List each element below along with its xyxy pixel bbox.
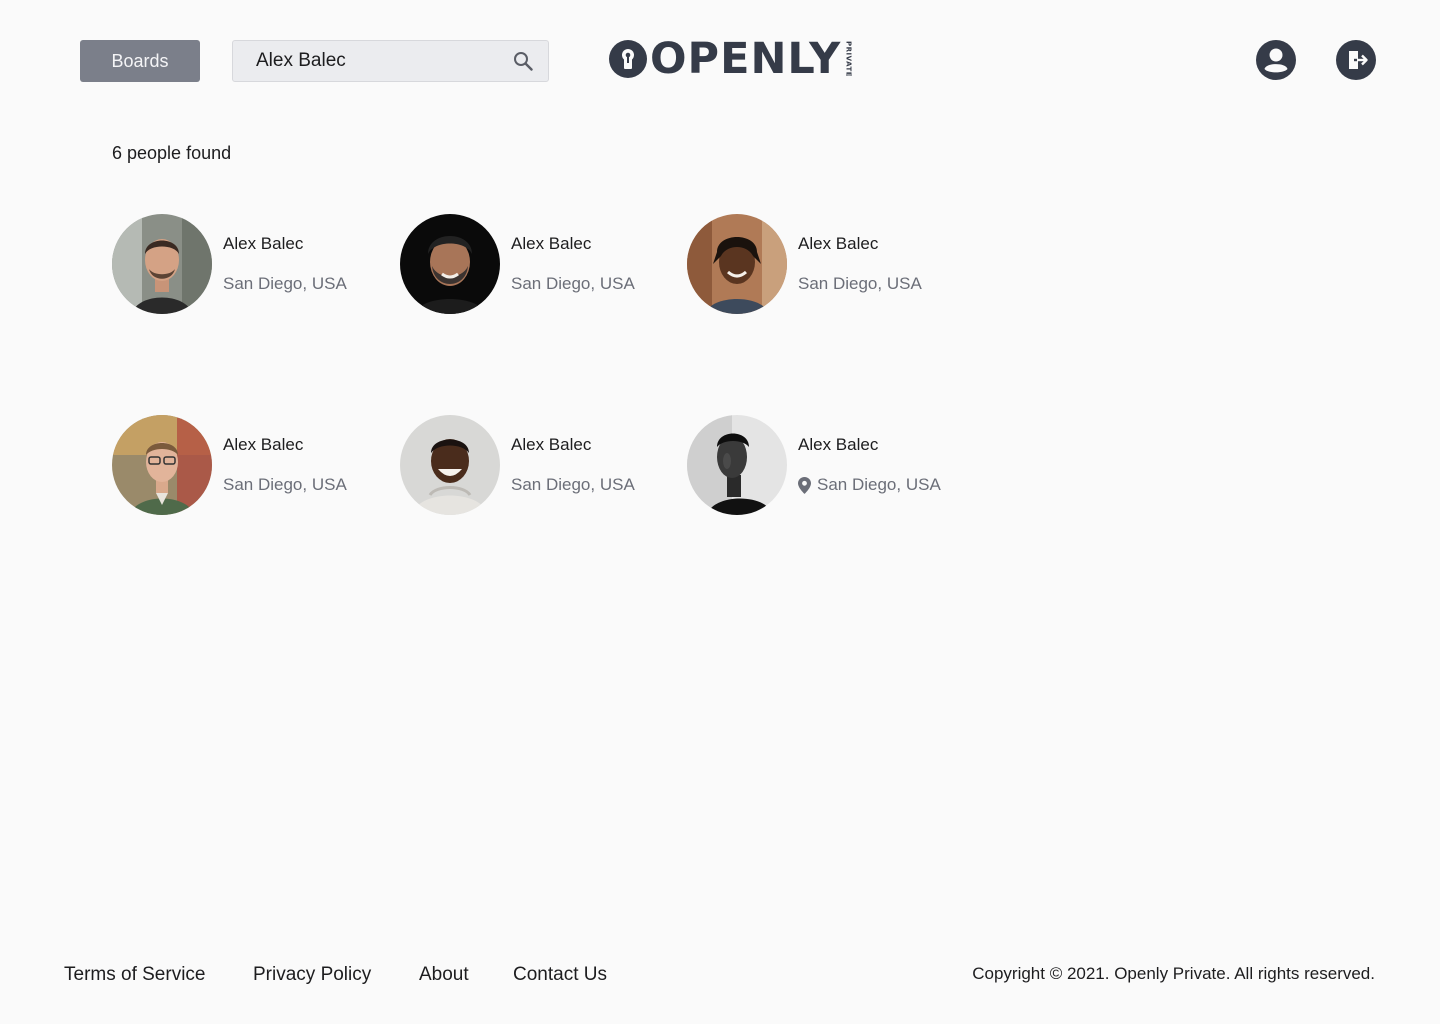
logout-icon xyxy=(1349,51,1368,69)
person-card[interactable]: Alex Balec San Diego, USA xyxy=(112,214,372,314)
search-box[interactable] xyxy=(232,40,549,82)
person-name: Alex Balec xyxy=(223,234,304,253)
avatar[interactable] xyxy=(400,415,500,515)
openly-logo[interactable]: OPENLY PRIVATE xyxy=(608,33,853,84)
logo-keyhole-icon xyxy=(609,40,647,78)
person-name: Alex Balec xyxy=(798,234,879,253)
person-location: San Diego, USA xyxy=(223,475,347,494)
person-name: Alex Balec xyxy=(511,234,592,253)
person-location: San Diego, USA xyxy=(223,274,347,293)
footer-link-privacy[interactable]: Privacy Policy xyxy=(253,964,371,986)
results-count: 6 people found xyxy=(112,143,232,163)
person-name: Alex Balec xyxy=(511,435,592,454)
person-location: San Diego, USA xyxy=(798,274,922,293)
person-name: Alex Balec xyxy=(223,435,304,454)
account-icon xyxy=(1264,48,1288,73)
search-icon[interactable] xyxy=(512,50,534,72)
person-card[interactable]: Alex Balec San Diego, USA xyxy=(400,214,660,314)
account-button[interactable] xyxy=(1256,40,1296,80)
person-card[interactable]: Alex Balec San Diego, USA xyxy=(687,415,947,515)
avatar[interactable] xyxy=(112,214,212,314)
person-location: San Diego, USA xyxy=(511,274,635,293)
person-card[interactable]: Alex Balec San Diego, USA xyxy=(112,415,372,515)
footer-link-terms[interactable]: Terms of Service xyxy=(64,964,205,986)
person-location: San Diego, USA xyxy=(511,475,635,494)
person-card[interactable]: Alex Balec San Diego, USA xyxy=(687,214,947,314)
logo-subtitle: PRIVATE xyxy=(844,41,853,77)
avatar[interactable] xyxy=(400,214,500,314)
page: Boards OPENLY PRIVATE xyxy=(0,0,1440,1024)
search-input[interactable] xyxy=(256,50,512,72)
avatar[interactable] xyxy=(687,214,787,314)
copyright-text: Copyright © 2021. Openly Private. All ri… xyxy=(972,964,1375,983)
footer-link-contact[interactable]: Contact Us xyxy=(513,964,607,986)
logo-wordmark: OPENLY xyxy=(650,33,842,84)
avatar[interactable] xyxy=(687,415,787,515)
boards-button[interactable]: Boards xyxy=(80,40,200,82)
avatar[interactable] xyxy=(112,415,212,515)
person-location: San Diego, USA xyxy=(798,475,941,495)
logout-button[interactable] xyxy=(1336,40,1376,80)
footer-link-about[interactable]: About xyxy=(419,964,469,986)
person-name: Alex Balec xyxy=(798,435,879,454)
person-card[interactable]: Alex Balec San Diego, USA xyxy=(400,415,660,515)
location-pin-icon xyxy=(798,476,811,494)
